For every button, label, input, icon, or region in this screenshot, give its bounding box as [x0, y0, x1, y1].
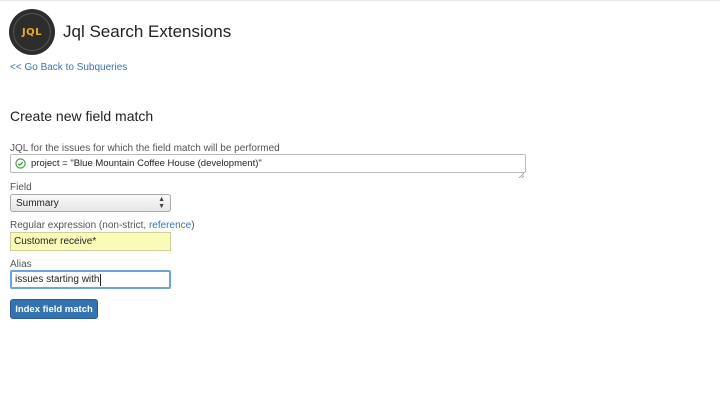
- text-caret: [100, 273, 102, 286]
- regex-input-value: Customer receive*: [14, 236, 97, 247]
- app-logo: JQL: [9, 9, 55, 55]
- regex-label-text: Regular expression (non-strict,: [10, 220, 149, 231]
- app-header: JQL Jql Search Extensions: [9, 8, 231, 56]
- field-select[interactable]: Summary ▲ ▼: [10, 194, 171, 212]
- jql-value: project = "Blue Mountain Coffee House (d…: [31, 158, 262, 169]
- alias-label: Alias: [10, 259, 32, 270]
- regex-label: Regular expression (non-strict, referenc…: [10, 220, 195, 231]
- jql-label: JQL for the issues for which the field m…: [10, 143, 280, 154]
- app-title: Jql Search Extensions: [63, 22, 232, 41]
- page-title: Create new field match: [10, 108, 154, 124]
- regex-input[interactable]: Customer receive*: [10, 232, 171, 251]
- back-to-subqueries-link[interactable]: << Go Back to Subqueries: [10, 62, 127, 73]
- resize-grip-icon[interactable]: [518, 165, 525, 179]
- reference-link[interactable]: reference: [149, 220, 191, 231]
- chevron-up-down-icon: ▲ ▼: [158, 196, 165, 210]
- top-divider: [0, 0, 720, 1]
- index-field-match-button[interactable]: Index field match: [10, 299, 98, 319]
- alias-input-value: issues starting with: [15, 274, 100, 285]
- alias-input[interactable]: issues starting with: [10, 270, 171, 289]
- check-circle-icon: [15, 158, 26, 169]
- field-label: Field: [10, 182, 32, 193]
- field-select-value: Summary: [16, 197, 59, 209]
- jql-textarea[interactable]: project = "Blue Mountain Coffee House (d…: [10, 154, 526, 179]
- regex-label-end: ): [191, 220, 195, 231]
- logo-text: JQL: [21, 26, 43, 38]
